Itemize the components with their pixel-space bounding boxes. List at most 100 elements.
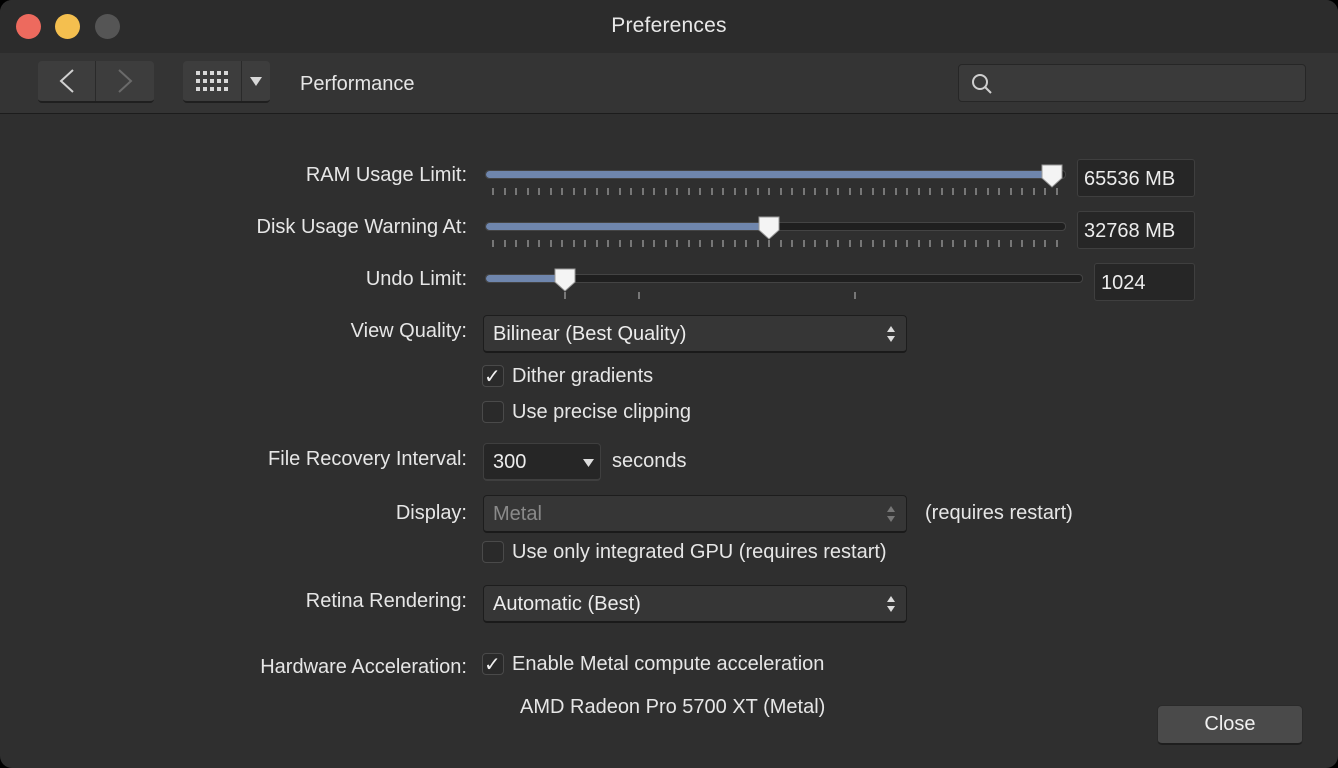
slider-tick <box>975 240 978 247</box>
close-button[interactable]: Close <box>1157 705 1303 745</box>
slider-tick <box>894 188 897 195</box>
slider-tick <box>963 188 966 195</box>
slider-tick <box>791 240 794 247</box>
gpu-name-text: AMD Radeon Pro 5700 XT (Metal) <box>520 696 826 718</box>
slider-tick <box>894 240 897 247</box>
slider-tick <box>986 240 989 247</box>
disk-usage-field[interactable]: 32768 MB <box>1077 211 1195 249</box>
show-all-group <box>183 61 270 103</box>
slider-tick <box>526 188 529 195</box>
display-restart-note: (requires restart) <box>925 502 1073 524</box>
slider-tick <box>687 188 690 195</box>
slider-tick <box>883 240 886 247</box>
ram-usage-thumb[interactable] <box>1041 164 1063 188</box>
slider-tick <box>952 188 955 195</box>
retina-rendering-popup[interactable]: Automatic (Best) <box>483 585 907 623</box>
ram-usage-slider[interactable] <box>485 170 1066 179</box>
slider-tick <box>998 188 1001 195</box>
slider-tick <box>1032 188 1035 195</box>
slider-tick <box>814 188 817 195</box>
slider-tick <box>618 188 621 195</box>
seconds-unit-label: seconds <box>612 450 687 472</box>
slider-tick <box>906 240 909 247</box>
slider-tick <box>699 240 702 247</box>
undo-limit-label: Undo Limit: <box>365 268 467 290</box>
slider-tick <box>722 240 725 247</box>
retina-rendering-value: Automatic (Best) <box>493 593 641 615</box>
checkmark-icon: ✓ <box>484 654 501 676</box>
slider-tick <box>802 188 805 195</box>
updown-arrows-icon <box>887 596 895 612</box>
slider-tick <box>549 240 552 247</box>
slider-tick <box>641 188 644 195</box>
search-field[interactable] <box>958 64 1306 102</box>
slider-tick <box>860 188 863 195</box>
slider-tick <box>998 240 1001 247</box>
slider-tick <box>653 188 656 195</box>
slider-tick <box>584 188 587 195</box>
slider-tick <box>768 240 771 247</box>
ram-usage-ticks <box>492 188 1058 196</box>
slider-tick <box>584 240 587 247</box>
slider-tick <box>940 188 943 195</box>
show-all-button[interactable] <box>183 61 242 101</box>
slider-tick <box>929 188 932 195</box>
slider-tick <box>756 240 759 247</box>
slider-tick <box>848 188 851 195</box>
file-recovery-label: File Recovery Interval: <box>268 448 467 470</box>
show-all-dropdown[interactable] <box>242 61 270 101</box>
file-recovery-combo[interactable]: 300 <box>483 443 601 481</box>
view-quality-popup[interactable]: Bilinear (Best Quality) <box>483 315 907 353</box>
slider-tick <box>503 240 506 247</box>
slider-tick <box>917 188 920 195</box>
slider-tick <box>538 240 541 247</box>
slider-tick <box>653 240 656 247</box>
slider-tick <box>837 240 840 247</box>
back-button[interactable] <box>38 61 96 101</box>
slider-tick <box>664 188 667 195</box>
forward-button[interactable] <box>96 61 153 101</box>
precise-clipping-checkbox[interactable] <box>482 401 504 423</box>
slider-tick <box>561 188 564 195</box>
dither-gradients-label: Dither gradients <box>512 365 654 387</box>
integrated-gpu-label: Use only integrated GPU (requires restar… <box>512 541 887 563</box>
slider-tick <box>779 188 782 195</box>
slider-tick <box>1032 240 1035 247</box>
disk-usage-thumb[interactable] <box>758 216 780 240</box>
slider-tick <box>825 240 828 247</box>
slider-tick <box>860 240 863 247</box>
slider-tick <box>699 188 702 195</box>
updown-arrows-icon <box>887 326 895 342</box>
slider-tick <box>952 240 955 247</box>
slider-tick <box>618 240 621 247</box>
slider-tick <box>906 188 909 195</box>
retina-rendering-label: Retina Rendering: <box>305 590 467 612</box>
metal-compute-checkbox[interactable]: ✓ <box>482 653 504 676</box>
undo-limit-field[interactable]: 1024 <box>1094 263 1195 301</box>
dither-gradients-checkbox[interactable]: ✓ <box>482 365 504 388</box>
display-popup: Metal <box>483 495 907 533</box>
magnifier-icon <box>972 74 992 94</box>
triangle-down-icon <box>583 459 594 467</box>
ram-usage-field[interactable]: 65536 MB <box>1077 159 1195 197</box>
disk-usage-label: Disk Usage Warning At: <box>256 216 467 238</box>
precise-clipping-label: Use precise clipping <box>512 401 691 423</box>
slider-tick <box>710 240 713 247</box>
integrated-gpu-checkbox[interactable] <box>482 541 504 563</box>
undo-limit-thumb[interactable] <box>554 268 576 292</box>
slider-tick <box>492 188 494 195</box>
slider-tick <box>492 240 494 247</box>
slider-tick <box>1021 240 1024 247</box>
slider-tick <box>607 240 610 247</box>
slider-tick <box>687 240 690 247</box>
search-input[interactable] <box>1003 67 1297 99</box>
slider-tick <box>848 240 851 247</box>
slider-tick <box>917 240 920 247</box>
slider-tick <box>676 188 679 195</box>
slider-tick <box>595 240 598 247</box>
slider-tick <box>825 188 828 195</box>
slider-tick <box>595 188 598 195</box>
hardware-acceleration-label: Hardware Acceleration: <box>260 656 467 678</box>
slider-tick <box>641 240 644 247</box>
disk-usage-fill <box>486 223 770 230</box>
